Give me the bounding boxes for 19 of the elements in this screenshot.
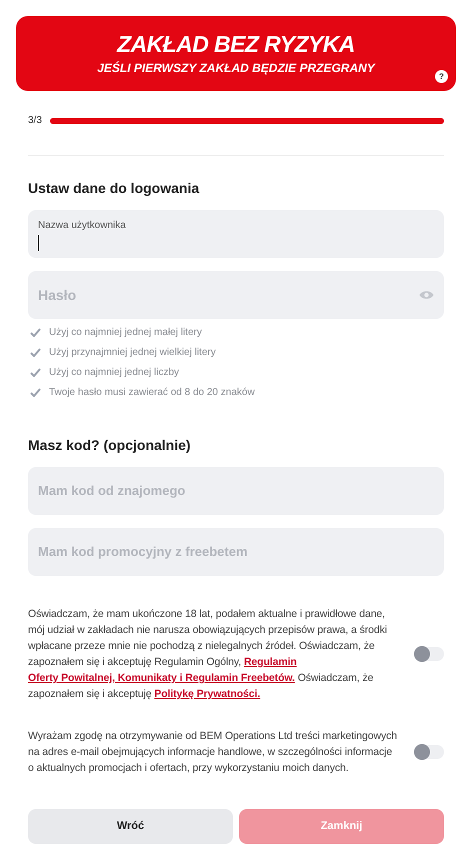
- back-button[interactable]: Wróć: [28, 809, 233, 844]
- password-rule: Użyj przynajmniej jednej wielkiej litery: [49, 346, 216, 360]
- consent-toggle[interactable]: [414, 647, 444, 661]
- policy-link[interactable]: Oferty Powitalnej, Komunikaty i Regulamin Freebetów.: [28, 672, 295, 684]
- policy-link[interactable]: Politykę Prywatności.: [154, 688, 260, 700]
- password-rule: Użyj co najmniej jednej liczby: [49, 366, 180, 380]
- help-button[interactable]: ?: [435, 70, 448, 83]
- banner-title: ZAKŁAD BEZ RYZYKA: [117, 30, 355, 58]
- consent-text: Wyrażam zgodę na otrzymywanie od BEM Operations Ltd treści marketingowych na adres e-mail obejmujących informacje handlowe, w szczególności informacje o aktualnych promocjach i ofertach, przy wykorzystaniu moich danych.: [28, 729, 398, 776]
- consent-toggle[interactable]: [414, 745, 444, 759]
- password-rule: Użyj co najmniej jednej małej litery: [49, 326, 202, 340]
- banner-subtitle: JEŚLI PIERWSZY ZAKŁAD BĘDZIE PRZEGRANY: [97, 60, 375, 76]
- password-rule: Twoje hasło musi zawierać od 8 do 20 znaków: [49, 386, 255, 400]
- section-heading: Masz kod? (opcjonalnie): [28, 436, 192, 455]
- policy-link[interactable]: Regulamin: [244, 656, 297, 668]
- step-counter: 3/3: [28, 114, 42, 128]
- section-heading: Ustaw dane do logowania: [28, 179, 200, 198]
- username-field[interactable]: Nazwa użytkownika: [28, 210, 444, 258]
- consent-text: Oświadczam, że mam ukończone 18 lat, podałem aktualne i prawidłowe dane, mój udział w zakładach nie narusza obowiązujących przepisów prawa, a środki wpłacane przeze mnie nie pochodzą z nielegalnych źródeł. Oświadczam, że zapoznałem się i akceptuję Regulamin Ogólny, Regulamin Oferty Powitalnej, Komunikaty i Regulamin Freebetów. Oświadczam, że zapoznałem się i akceptuję Politykę Prywatności.: [28, 607, 388, 702]
